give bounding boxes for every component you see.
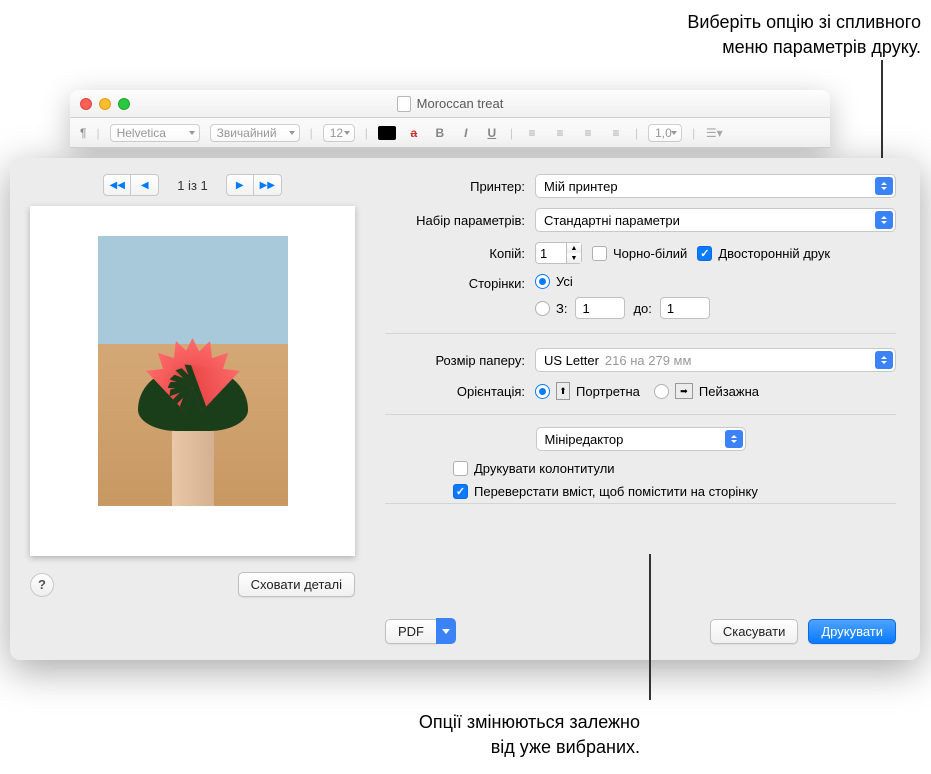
text-color-icon[interactable] xyxy=(378,126,396,140)
preview-panel: ◀◀ ◀ 1 із 1 ▶ ▶▶ xyxy=(10,158,375,660)
app-options-section: Мініредактор Друкувати колонтитули Перев… xyxy=(385,414,896,504)
align-left-icon[interactable]: ≡ xyxy=(523,125,541,141)
align-center-icon[interactable]: ≡ xyxy=(551,125,569,141)
portrait-icon: ⬆ xyxy=(556,382,570,400)
rewrap-checkbox[interactable]: Переверстати вміст, щоб помістити на сто… xyxy=(453,484,896,499)
first-page-button[interactable]: ◀◀ xyxy=(103,174,131,196)
window-title: Moroccan treat xyxy=(70,96,830,112)
format-toolbar: ¶ | Helvetica Звичайний | 12 | a B I U |… xyxy=(70,118,830,148)
landscape-icon: ➡ xyxy=(675,383,693,399)
hide-details-button[interactable]: Сховати деталі xyxy=(238,572,355,597)
align-justify-icon[interactable]: ≡ xyxy=(607,125,625,141)
help-button[interactable]: ? xyxy=(30,573,54,597)
last-page-button[interactable]: ▶▶ xyxy=(254,174,282,196)
paragraph-icon[interactable]: ¶ xyxy=(80,126,86,140)
print-headers-checkbox[interactable]: Друкувати колонтитули xyxy=(453,461,896,476)
pages-all-radio[interactable]: Усі xyxy=(535,274,896,289)
align-right-icon[interactable]: ≡ xyxy=(579,125,597,141)
copies-input[interactable] xyxy=(535,242,567,264)
callout-top: Виберіть опцію зі спливного меню парамет… xyxy=(687,10,921,60)
paper-size-label: Розмір паперу: xyxy=(385,353,525,368)
page-navigation: ◀◀ ◀ 1 із 1 ▶ ▶▶ xyxy=(30,174,355,196)
chevron-updown-icon xyxy=(725,430,743,448)
page-counter: 1 із 1 xyxy=(177,178,208,193)
italic-icon[interactable]: I xyxy=(458,125,474,141)
divider xyxy=(385,333,896,334)
titlebar: Moroccan treat xyxy=(70,90,830,118)
app-window: Moroccan treat ¶ | Helvetica Звичайний |… xyxy=(70,90,830,148)
presets-label: Набір параметрів: xyxy=(385,213,525,228)
document-icon xyxy=(397,96,411,112)
strikethrough-icon[interactable]: a xyxy=(406,125,422,141)
chevron-updown-icon xyxy=(875,177,893,195)
preview-image xyxy=(98,236,288,506)
print-button[interactable]: Друкувати xyxy=(808,619,896,644)
dialog-footer: PDF Скасувати Друкувати xyxy=(385,604,896,644)
printer-label: Принтер: xyxy=(385,179,525,194)
font-select[interactable]: Helvetica xyxy=(110,124,200,142)
pages-to-label: до: xyxy=(633,301,651,316)
duplex-checkbox[interactable]: Двосторонній друк xyxy=(697,246,830,261)
settings-panel: Принтер: Мій принтер Набір параметрів: С… xyxy=(375,158,920,660)
pages-from-input[interactable] xyxy=(575,297,625,319)
copies-label: Копій: xyxy=(385,246,525,261)
paper-size-select[interactable]: US Letter 216 на 279 мм xyxy=(535,348,896,372)
next-page-button[interactable]: ▶ xyxy=(226,174,254,196)
prev-page-button[interactable]: ◀ xyxy=(131,174,159,196)
stepper-up-icon[interactable]: ▲ xyxy=(567,243,581,253)
style-select[interactable]: Звичайний xyxy=(210,124,300,142)
bold-icon[interactable]: B xyxy=(432,125,448,141)
presets-select[interactable]: Стандартні параметри xyxy=(535,208,896,232)
printer-select[interactable]: Мій принтер xyxy=(535,174,896,198)
print-dialog: ◀◀ ◀ 1 із 1 ▶ ▶▶ xyxy=(10,158,920,660)
pages-to-input[interactable] xyxy=(660,297,710,319)
chevron-updown-icon xyxy=(875,211,893,229)
size-select[interactable]: 12 xyxy=(323,124,355,142)
options-menu-select[interactable]: Мініредактор xyxy=(536,427,746,451)
pages-label: Сторінки: xyxy=(385,274,525,291)
bw-checkbox[interactable]: Чорно-білий xyxy=(592,246,687,261)
chevron-down-icon xyxy=(436,618,456,644)
line-spacing-select[interactable]: 1,0 xyxy=(648,124,682,142)
pdf-menu-button[interactable]: PDF xyxy=(385,618,456,644)
copies-stepper[interactable]: ▲▼ xyxy=(535,242,582,264)
orientation-landscape-radio[interactable]: ➡ Пейзажна xyxy=(654,383,759,399)
orientation-portrait-radio[interactable]: ⬆ Портретна xyxy=(535,382,640,400)
list-icon[interactable]: ☰▾ xyxy=(705,125,723,141)
callout-bottom: Опції змінюються залежно від уже вибрани… xyxy=(280,710,640,760)
page-preview xyxy=(30,206,355,556)
stepper-down-icon[interactable]: ▼ xyxy=(567,253,581,263)
underline-icon[interactable]: U xyxy=(484,125,500,141)
callout-line xyxy=(649,554,651,700)
chevron-updown-icon xyxy=(875,351,893,369)
orientation-label: Орієнтація: xyxy=(385,384,525,399)
pages-range-radio[interactable]: З: xyxy=(535,301,567,316)
cancel-button[interactable]: Скасувати xyxy=(710,619,799,644)
